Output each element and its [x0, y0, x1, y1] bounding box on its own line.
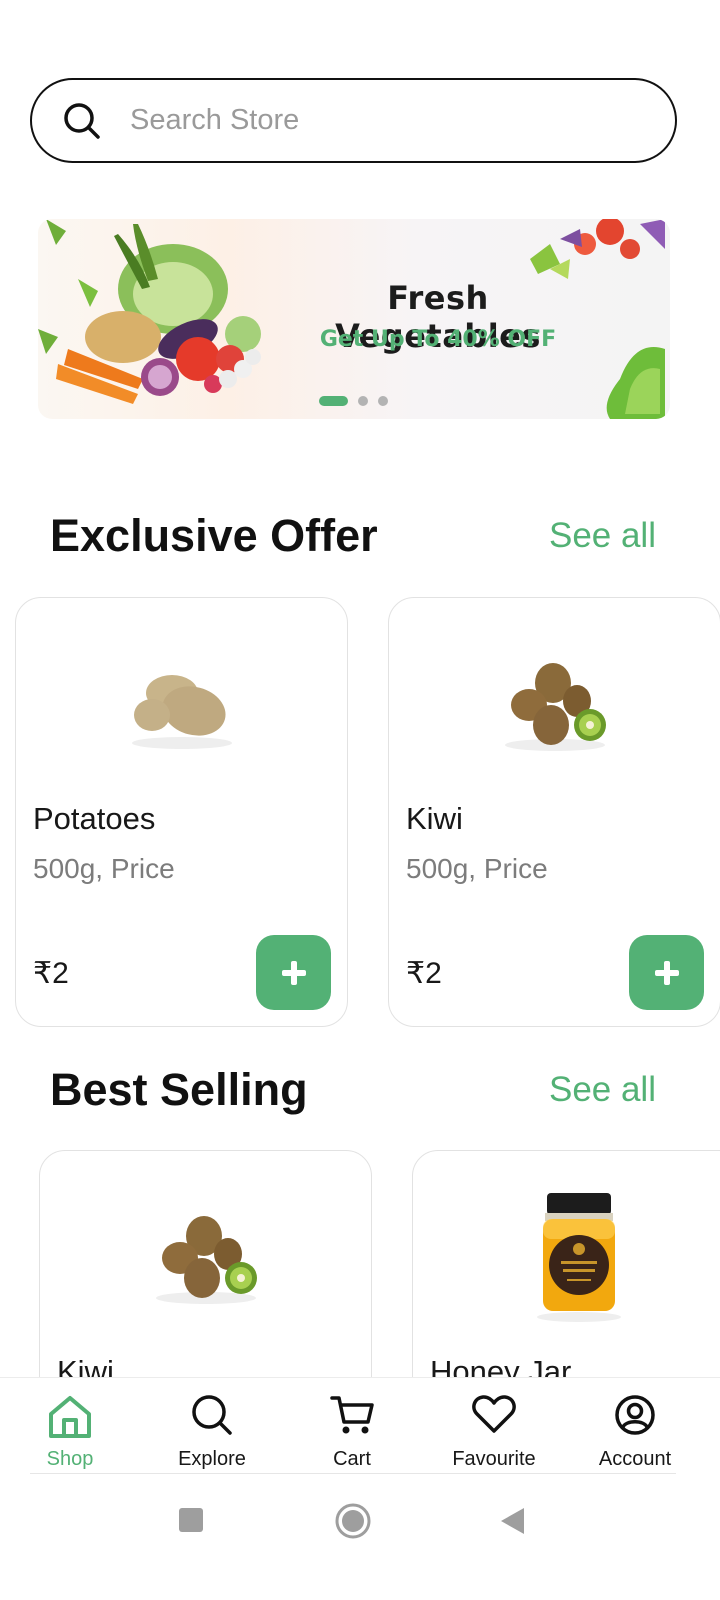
plus-icon [654, 960, 679, 985]
kiwi-image [155, 1216, 257, 1304]
add-to-cart-button[interactable] [629, 935, 704, 1010]
cart-icon [292, 1394, 412, 1440]
nav-item-cart[interactable]: Cart [292, 1378, 412, 1475]
carousel-dot-active[interactable] [319, 396, 348, 406]
search-bar[interactable] [30, 78, 677, 163]
bottom-navigation: Shop Explore Cart Favourite Account [0, 1377, 720, 1474]
nav-item-shop[interactable]: Shop [10, 1378, 130, 1475]
search-icon [152, 1394, 272, 1440]
product-unit: 500g, Price [406, 853, 548, 884]
nav-item-explore[interactable]: Explore [152, 1378, 272, 1475]
honey-jar-image [536, 1193, 621, 1322]
nav-label: Explore [178, 1448, 246, 1470]
carousel-dot[interactable] [358, 396, 368, 406]
home-icon [10, 1394, 130, 1440]
carousel-indicator [319, 396, 388, 406]
exclusive-offer-title: Exclusive Offer [50, 510, 378, 561]
product-price: ₹2 [33, 957, 69, 990]
account-icon [575, 1394, 695, 1440]
product-name: Kiwi [406, 801, 463, 836]
best-selling-see-all[interactable]: See all [549, 1070, 656, 1110]
vegetables-illustration [38, 219, 261, 404]
product-price: ₹2 [406, 957, 442, 990]
kiwi-image [504, 663, 606, 751]
nav-item-account[interactable]: Account [575, 1378, 695, 1475]
promo-banner[interactable]: Fresh Vegetables Get Up To 40% OFF [38, 219, 670, 419]
nav-label: Favourite [452, 1448, 536, 1470]
recents-icon[interactable] [177, 1506, 205, 1539]
system-navigation-bar [0, 1476, 720, 1600]
product-card[interactable]: Kiwi 500g, Price ₹2 [388, 597, 720, 1027]
search-icon [62, 101, 102, 141]
best-selling-title: Best Selling [50, 1064, 308, 1115]
potatoes-image [131, 675, 232, 749]
search-input[interactable] [130, 104, 610, 137]
nav-label: Account [598, 1448, 672, 1470]
nav-label: Shop [46, 1448, 94, 1470]
product-unit: 500g, Price [33, 853, 175, 884]
add-to-cart-button[interactable] [256, 935, 331, 1010]
banner-subtitle: Get Up To 40% OFF [319, 327, 557, 352]
nav-item-favourite[interactable]: Favourite [434, 1378, 554, 1475]
back-icon[interactable] [498, 1506, 526, 1541]
plus-icon [281, 960, 306, 985]
nav-label: Cart [333, 1448, 371, 1470]
home-button-icon[interactable] [334, 1502, 372, 1545]
divider [30, 1473, 676, 1474]
carousel-dot[interactable] [378, 396, 388, 406]
product-name: Potatoes [33, 801, 156, 836]
exclusive-offer-see-all[interactable]: See all [549, 516, 656, 556]
product-card[interactable]: Potatoes 500g, Price ₹2 [15, 597, 348, 1027]
heart-icon [434, 1394, 554, 1440]
